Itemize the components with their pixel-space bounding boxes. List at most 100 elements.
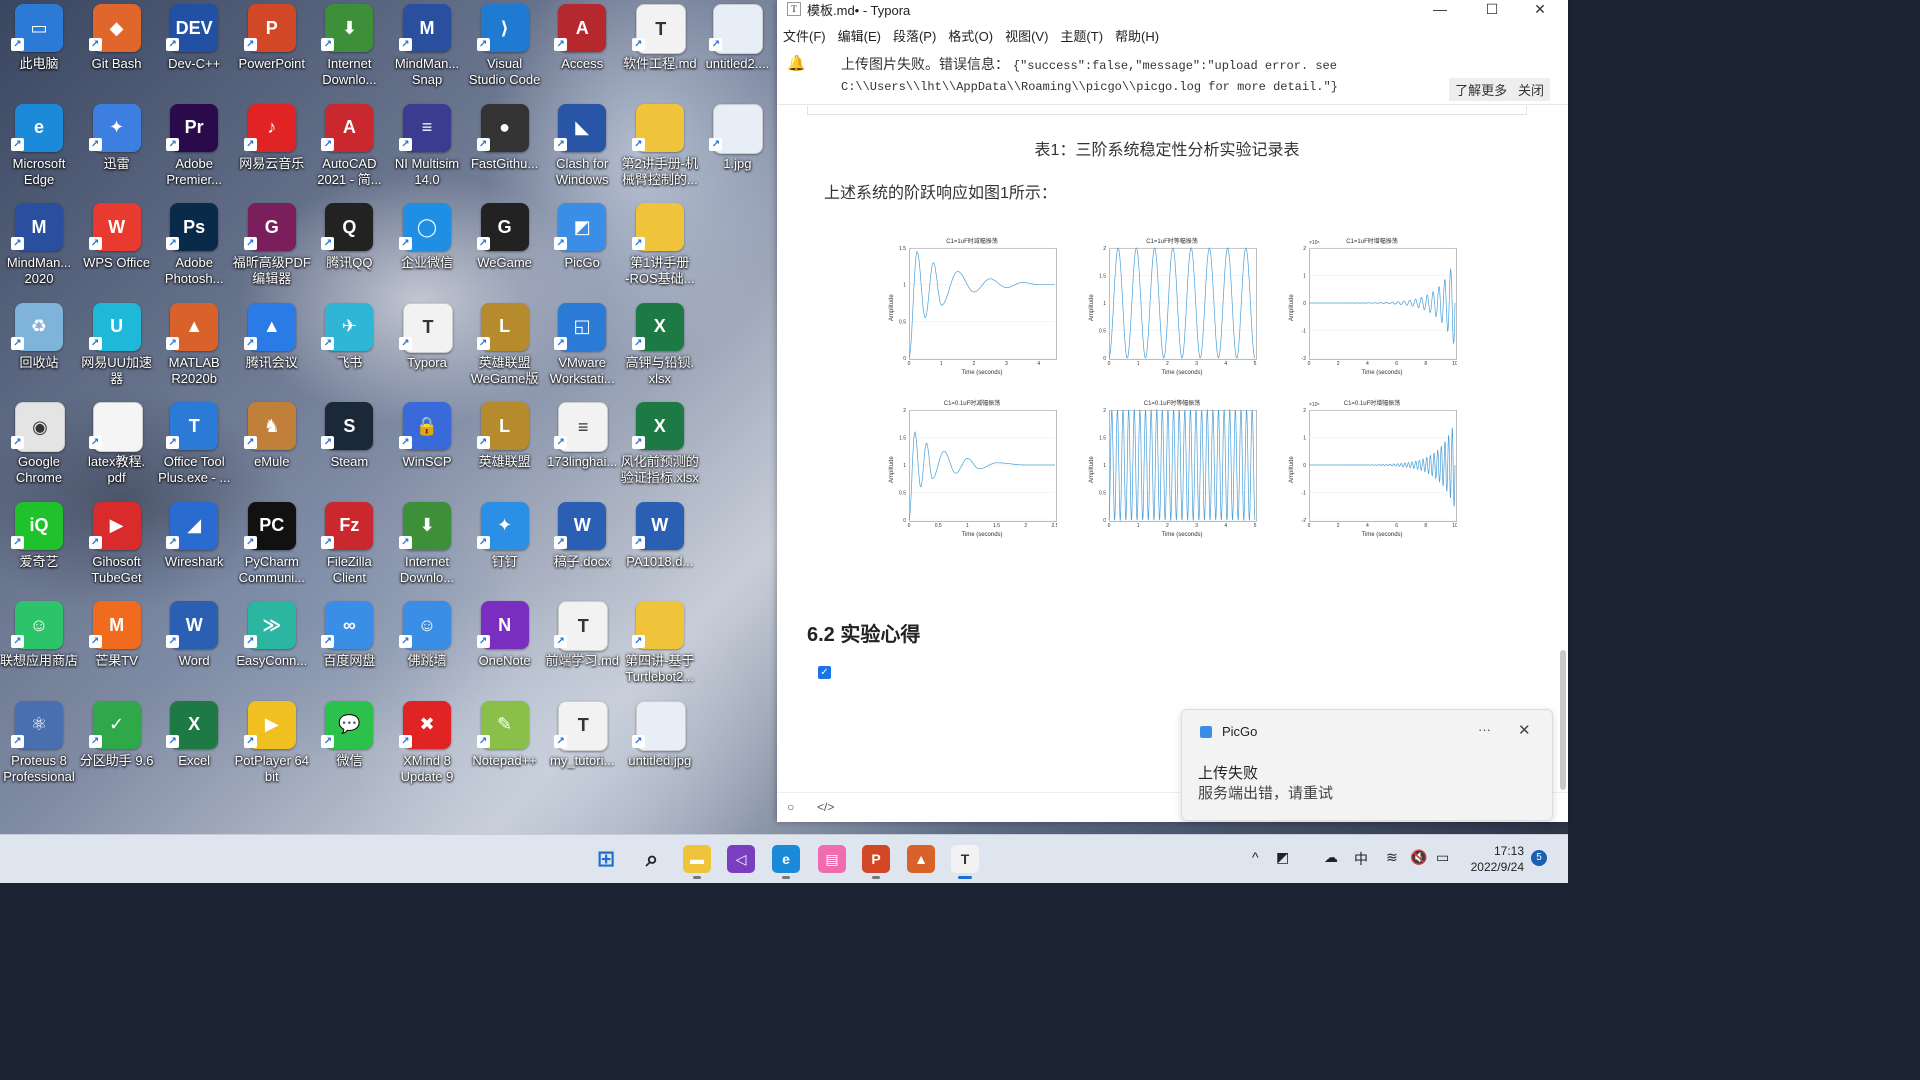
minimize-button[interactable]: — [1417, 0, 1463, 18]
menu-item[interactable]: 编辑(E) [838, 26, 881, 45]
desktop-icon[interactable]: X ↗ 风化前预测的 验证指标.xlsx [621, 398, 699, 494]
error-close-link[interactable]: 关闭 [1518, 83, 1544, 98]
desktop-icon[interactable]: ↗ latex教程. pdf [78, 398, 156, 494]
show-hidden-icons-chevron[interactable]: ^ [1252, 849, 1259, 865]
desktop-icon[interactable]: U ↗ 网易UU加速 器 [78, 299, 156, 395]
desktop-icon[interactable]: M ↗ MindMan... Snap [388, 0, 466, 96]
menu-item[interactable]: 主题(T) [1060, 26, 1103, 45]
desktop-icon[interactable]: L ↗ 英雄联盟 [466, 398, 544, 494]
desktop-icon[interactable]: N ↗ OneNote [466, 597, 544, 693]
desktop-icon[interactable]: ↗ untitled.jpg [621, 697, 699, 793]
desktop-icon[interactable]: Fz ↗ FileZilla Client [310, 498, 388, 594]
desktop-icon[interactable]: ◱ ↗ VMware Workstati... [543, 299, 621, 395]
desktop-icon[interactable]: ▲ ↗ MATLAB R2020b [155, 299, 233, 395]
desktop-icon[interactable]: W ↗ PA1018.d... [621, 498, 699, 594]
desktop-icon[interactable]: ≡ ↗ 173linghai... [543, 398, 621, 494]
desktop-icon[interactable]: G ↗ WeGame [466, 199, 544, 295]
desktop-icon[interactable]: ◯ ↗ 企业微信 [388, 199, 466, 295]
taskbar-clock[interactable]: 17:13 2022/9/24 [1460, 843, 1524, 875]
picgo-tray-icon[interactable]: ◩ [1276, 849, 1289, 866]
desktop-icon[interactable]: ↗ untitled2.... [698, 0, 776, 96]
desktop-icon[interactable]: 💬 ↗ 微信 [310, 697, 388, 793]
wifi-icon[interactable]: ≋ [1386, 849, 1398, 866]
desktop-icon[interactable]: A ↗ AutoCAD 2021 - 简... [310, 100, 388, 196]
desktop-icon[interactable]: T ↗ Office Tool Plus.exe - ... [155, 398, 233, 494]
editor-document[interactable]: 表1：三阶系统稳定性分析实验记录表 上述系统的阶跃响应如图1所示： C1=1uF… [777, 106, 1568, 792]
desktop-icon[interactable]: ✦ ↗ 钉钉 [466, 498, 544, 594]
powerpoint-taskbar-icon[interactable]: P [862, 845, 890, 873]
desktop-icon[interactable]: 🔒 ↗ WinSCP [388, 398, 466, 494]
close-window-button[interactable]: ✕ [1517, 0, 1563, 18]
menu-item[interactable]: 帮助(H) [1115, 26, 1159, 45]
desktop-icon[interactable]: L ↗ 英雄联盟 WeGame版 [466, 299, 544, 395]
desktop-icon[interactable]: ▭ ↗ 此电脑 [0, 0, 78, 96]
outline-toggle-icon[interactable]: ○ [787, 800, 794, 814]
desktop-icon[interactable]: ↗ 第2讲手册-机 械臂控制的... [621, 100, 699, 196]
desktop-icon[interactable]: M ↗ MindMan... 2020 [0, 199, 78, 295]
desktop-icon[interactable]: W ↗ Word [155, 597, 233, 693]
menu-item[interactable]: 视图(V) [1005, 26, 1048, 45]
desktop-icon[interactable]: W ↗ 稿子.docx [543, 498, 621, 594]
edge-taskbar-icon[interactable]: e [772, 845, 800, 873]
desktop-icon[interactable]: Ps ↗ Adobe Photosh... [155, 199, 233, 295]
menu-item[interactable]: 文件(F) [783, 26, 826, 45]
desktop-icon[interactable]: ≡ ↗ NI Multisim 14.0 [388, 100, 466, 196]
desktop-icon[interactable]: ⚛ ↗ Proteus 8 Professional [0, 697, 78, 793]
desktop-icon[interactable]: ↗ 1.jpg [698, 100, 776, 196]
desktop-icon[interactable]: ◣ ↗ Clash for Windows [543, 100, 621, 196]
desktop-icon[interactable]: ✎ ↗ Notepad++ [466, 697, 544, 793]
desktop-icon[interactable]: T ↗ Typora [388, 299, 466, 395]
desktop-icon[interactable]: T ↗ my_tutori... [543, 697, 621, 793]
file-explorer-taskbar-icon[interactable]: ▬ [683, 845, 711, 873]
battery-icon[interactable]: ▭ [1436, 849, 1449, 866]
typora-taskbar-icon[interactable]: T [951, 845, 979, 873]
desktop-icon[interactable]: X ↗ 高钾与铅钡. xlsx [621, 299, 699, 395]
desktop-icon[interactable]: M ↗ 芒果TV [78, 597, 156, 693]
desktop-icon[interactable]: ◩ ↗ PicGo [543, 199, 621, 295]
desktop-icon[interactable]: Pr ↗ Adobe Premier... [155, 100, 233, 196]
desktop-icon[interactable]: Q ↗ 腾讯QQ [310, 199, 388, 295]
task-checkbox[interactable]: ✓ [818, 666, 831, 679]
desktop-icon[interactable]: ♞ ↗ eMule [233, 398, 311, 494]
desktop-icon[interactable]: ♪ ↗ 网易云音乐 [233, 100, 311, 196]
desktop-icon[interactable]: T ↗ 软件工程.md [621, 0, 699, 96]
desktop-icon[interactable]: A ↗ Access [543, 0, 621, 96]
desktop-icon[interactable]: ◆ ↗ Git Bash [78, 0, 156, 96]
desktop-icon[interactable]: S ↗ Steam [310, 398, 388, 494]
desktop-icon[interactable]: PC ↗ PyCharm Communi... [233, 498, 311, 594]
volume-muted-icon[interactable]: 🔇 [1410, 849, 1427, 866]
source-mode-icon[interactable]: </> [817, 800, 834, 814]
desktop-icon[interactable]: ↗ 第四讲-基于 Turtlebot2... [621, 597, 699, 693]
desktop-icon[interactable]: X ↗ Excel [155, 697, 233, 793]
desktop-icon[interactable]: P ↗ PowerPoint [233, 0, 311, 96]
desktop-icon[interactable]: ♻ ↗ 回收站 [0, 299, 78, 395]
desktop-icon[interactable]: W ↗ WPS Office [78, 199, 156, 295]
desktop-icon[interactable]: ✖ ↗ XMind 8 Update 9 [388, 697, 466, 793]
menu-item[interactable]: 格式(O) [948, 26, 993, 45]
desktop-icon[interactable]: ✦ ↗ 迅雷 [78, 100, 156, 196]
learn-more-link[interactable]: 了解更多 [1455, 83, 1507, 98]
desktop-icon[interactable]: ▶ ↗ Gihosoft TubeGet [78, 498, 156, 594]
desktop-icon[interactable]: ▶ ↗ PotPlayer 64 bit [233, 697, 311, 793]
bilibili-taskbar-icon[interactable]: ▤ [818, 845, 846, 873]
desktop-icon[interactable]: ✓ ↗ 分区助手 9.6 [78, 697, 156, 793]
desktop-icon[interactable]: ☺ ↗ 佛跳墙 [388, 597, 466, 693]
desktop-icon[interactable]: iQ ↗ 爱奇艺 [0, 498, 78, 594]
desktop-icon[interactable]: ⬇ ↗ Internet Downlo... [388, 498, 466, 594]
desktop-icon[interactable]: ⬇ ↗ Internet Downlo... [310, 0, 388, 96]
matlab-taskbar-icon[interactable]: ▲ [907, 845, 935, 873]
start-taskbar-icon[interactable]: ⊞ [592, 845, 620, 873]
desktop-icon[interactable]: DEV ↗ Dev-C++ [155, 0, 233, 96]
desktop-icon[interactable]: G ↗ 福昕高级PDF 编辑器 [233, 199, 311, 295]
desktop-icon[interactable]: ↗ 第1讲手册 -ROS基础... [621, 199, 699, 295]
input-method-icon[interactable]: 中 [1354, 849, 1368, 869]
desktop-icon[interactable]: e ↗ Microsoft Edge [0, 100, 78, 196]
maximize-button[interactable]: ☐ [1469, 0, 1515, 18]
desktop-icon[interactable]: T ↗ 前端学习.md [543, 597, 621, 693]
onedrive-icon[interactable]: ☁ [1324, 849, 1338, 866]
notification-count-badge[interactable]: 5 [1531, 850, 1547, 866]
search-taskbar-icon[interactable]: ⌕ [638, 845, 666, 873]
visual-studio-taskbar-icon[interactable]: ◁ [727, 845, 755, 873]
notification-close-button[interactable]: ✕ [1518, 721, 1531, 739]
desktop-icon[interactable]: ☺ ↗ 联想应用商店 [0, 597, 78, 693]
